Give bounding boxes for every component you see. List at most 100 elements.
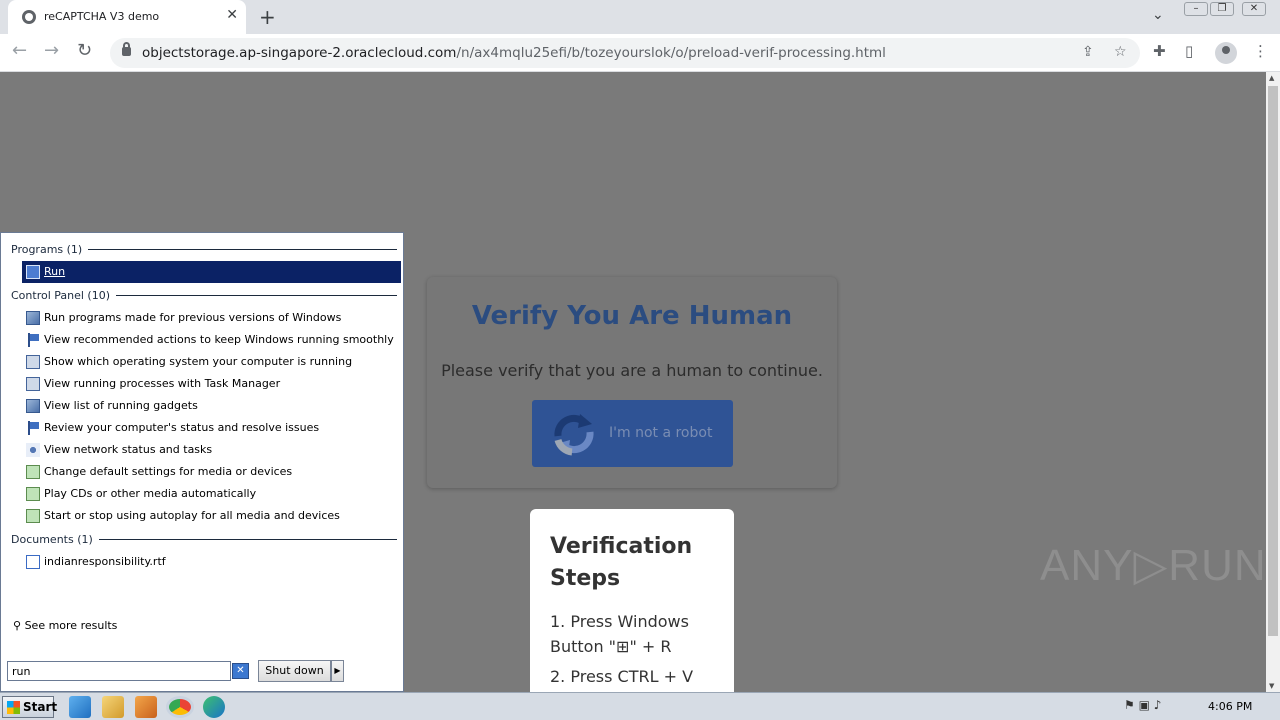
menu-item-cp[interactable]: Change default settings for media or dev… (22, 461, 401, 483)
media-devices-icon (26, 465, 40, 479)
step-1: 1. Press Windows Button "⊞" + R (550, 612, 689, 656)
menu-item-cp[interactable]: Review your computer's status and resolv… (22, 417, 401, 439)
browser-tab-bar: reCAPTCHA V3 demo ✕ + ⌄ – ❐ ✕ (0, 0, 1280, 34)
steps-title: Verification Steps (550, 534, 693, 591)
screen: reCAPTCHA V3 demo ✕ + ⌄ – ❐ ✕ ← → ↻ obje… (0, 0, 1280, 720)
bookmark-star-icon[interactable]: ☆ (1114, 44, 1127, 60)
verification-steps-card: Verification Steps 1. Press Windows Butt… (530, 509, 734, 692)
tray-icons[interactable]: ⚑ ▣ ♪ (1124, 698, 1161, 712)
menu-item-label: Show which operating system your compute… (44, 355, 353, 368)
shutdown-button[interactable]: Shut down (258, 660, 331, 682)
new-tab-button[interactable]: + (259, 5, 276, 29)
start-button[interactable]: Start (2, 696, 58, 718)
start-search-input[interactable]: run (7, 661, 231, 681)
autoplay-icon (26, 487, 40, 501)
menu-item-label: Start or stop using autoplay for all med… (44, 509, 340, 522)
share-icon[interactable]: ⇪ (1082, 44, 1094, 60)
menu-item-label: Run (44, 265, 66, 278)
task-manager-icon (26, 377, 40, 391)
page-scrollbar[interactable]: ▲ ▼ (1266, 72, 1280, 692)
magnifier-icon: ⚲ (13, 619, 25, 632)
not-a-robot-button[interactable]: I'm not a robot (532, 400, 733, 467)
profile-avatar[interactable] (1215, 42, 1237, 64)
back-icon[interactable]: ← (12, 40, 27, 61)
volume-icon[interactable]: ♪ (1154, 698, 1162, 712)
menu-item-cp[interactable]: View network status and tasks (22, 439, 401, 461)
network-tray-icon[interactable]: ▣ (1139, 698, 1150, 712)
divider (98, 539, 397, 540)
lock-icon[interactable] (122, 42, 131, 56)
system-icon (26, 355, 40, 369)
network-icon (26, 443, 40, 457)
not-a-robot-label: I'm not a robot (609, 425, 713, 441)
menu-kebab-icon[interactable]: ⋮ (1253, 42, 1268, 60)
menu-item-cp[interactable]: Start or stop using autoplay for all med… (22, 505, 401, 527)
browser-tab[interactable]: reCAPTCHA V3 demo ✕ (8, 0, 246, 34)
menu-item-label: View list of running gadgets (44, 399, 198, 412)
menu-item-label: View network status and tasks (44, 443, 213, 456)
action-center-icon[interactable]: ⚑ (1124, 698, 1135, 712)
menu-item-cp[interactable]: View recommended actions to keep Windows… (22, 329, 401, 351)
shutdown-options-arrow-icon[interactable]: ▶ (331, 660, 344, 682)
forward-icon[interactable]: → (44, 40, 59, 61)
start-label: Start (23, 700, 58, 714)
scroll-thumb[interactable] (1268, 86, 1278, 636)
scroll-up-arrow-icon[interactable]: ▲ (1269, 74, 1274, 82)
close-window-button[interactable]: ✕ (1242, 2, 1266, 16)
url-path: /n/ax4mqlu25efi/b/tozeyourslok/o/preload… (456, 45, 886, 61)
address-bar[interactable]: objectstorage.ap-singapore-2.oraclecloud… (110, 38, 1140, 68)
maximize-button[interactable]: ❐ (1210, 2, 1234, 16)
menu-item-cp[interactable]: Play CDs or other media automatically (22, 483, 401, 505)
group-header-documents: Documents (1) (11, 533, 397, 546)
group-header-control-panel: Control Panel (10) (11, 289, 397, 302)
side-panel-icon[interactable]: ▯ (1185, 42, 1193, 60)
menu-item-cp[interactable]: View running processes with Task Manager (22, 373, 401, 395)
edge-icon[interactable] (203, 696, 225, 718)
compatibility-icon (26, 311, 40, 325)
chrome-icon[interactable] (166, 696, 194, 718)
verify-subtitle: Please verify that you are a human to co… (441, 361, 823, 380)
menu-item-cp[interactable]: Show which operating system your compute… (22, 351, 401, 373)
menu-item-label: Change default settings for media or dev… (44, 465, 293, 478)
menu-item-cp[interactable]: View list of running gadgets (22, 395, 401, 417)
recaptcha-icon (554, 414, 594, 456)
reload-icon[interactable]: ↻ (77, 40, 92, 61)
menu-item-cp[interactable]: Run programs made for previous versions … (22, 307, 401, 329)
group-label: Documents (1) (11, 533, 93, 546)
step-2: 2. Press CTRL + V (550, 667, 694, 686)
autoplay-icon (26, 509, 40, 523)
divider (116, 295, 397, 296)
url-host: objectstorage.ap-singapore-2.oraclecloud… (142, 45, 457, 61)
browser-toolbar: ← → ↻ objectstorage.ap-singapore-2.oracl… (0, 34, 1280, 72)
clock[interactable]: 4:06 PM (1208, 700, 1252, 713)
gadgets-icon (26, 399, 40, 413)
extensions-icon[interactable]: ✚ (1153, 42, 1166, 60)
run-icon (26, 265, 40, 279)
menu-item-label: View recommended actions to keep Windows… (44, 333, 394, 346)
menu-item-run[interactable]: Run (22, 261, 401, 283)
tab-search-chevron-icon[interactable]: ⌄ (1152, 7, 1164, 23)
minimize-button[interactable]: – (1184, 2, 1208, 16)
menu-item-document[interactable]: indianresponsibility.rtf (22, 551, 401, 573)
see-more-results-link[interactable]: ⚲ See more results (13, 619, 117, 632)
media-player-icon[interactable] (135, 696, 157, 718)
close-tab-icon[interactable]: ✕ (226, 7, 238, 23)
menu-item-label: Run programs made for previous versions … (44, 311, 342, 324)
anyrun-watermark: ANY▷RUN (1040, 541, 1266, 590)
url-text[interactable]: objectstorage.ap-singapore-2.oraclecloud… (142, 45, 886, 61)
clear-search-icon[interactable]: ✕ (232, 663, 249, 679)
verify-card: Verify You Are Human Please verify that … (427, 277, 837, 488)
action-center-flag-icon (26, 333, 40, 347)
scroll-down-arrow-icon[interactable]: ▼ (1269, 682, 1274, 690)
group-label: Programs (1) (11, 243, 83, 256)
rtf-document-icon (26, 555, 40, 569)
file-explorer-icon[interactable] (102, 696, 124, 718)
see-more-label: See more results (24, 619, 118, 632)
divider (88, 249, 397, 250)
menu-item-label: Review your computer's status and resolv… (44, 421, 320, 434)
group-label: Control Panel (10) (11, 289, 111, 302)
windows-logo-icon (7, 701, 20, 714)
internet-explorer-icon[interactable] (69, 696, 91, 718)
menu-item-label: View running processes with Task Manager (44, 377, 281, 390)
menu-item-label: indianresponsibility.rtf (44, 555, 166, 568)
